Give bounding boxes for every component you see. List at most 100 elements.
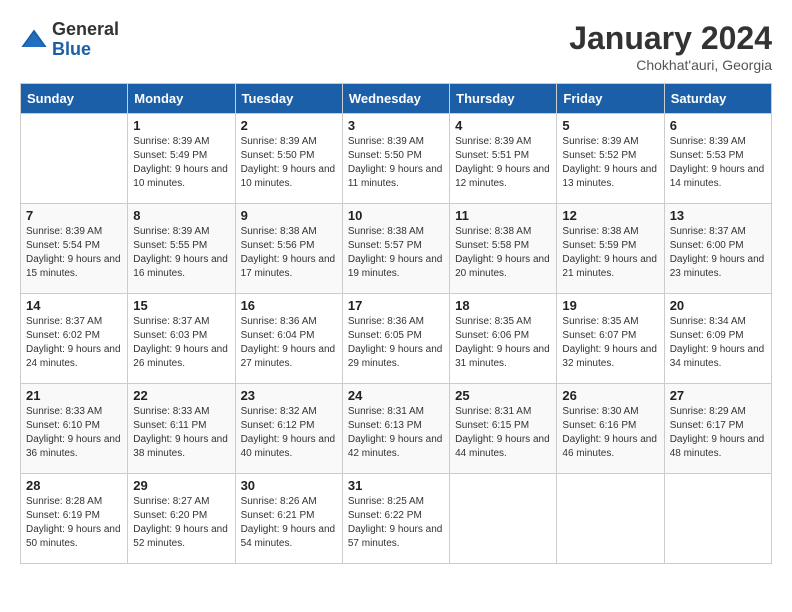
- day-number: 8: [133, 208, 229, 223]
- day-number: 2: [241, 118, 337, 133]
- day-number: 16: [241, 298, 337, 313]
- week-row-1: 1 Sunrise: 8:39 AMSunset: 5:49 PMDaylight…: [21, 114, 772, 204]
- logo-text: General Blue: [52, 20, 119, 60]
- day-cell: 18 Sunrise: 8:35 AMSunset: 6:06 PMDayligh…: [450, 294, 557, 384]
- day-info: Sunrise: 8:39 AMSunset: 5:54 PMDaylight:…: [26, 225, 122, 281]
- week-row-2: 7 Sunrise: 8:39 AMSunset: 5:54 PMDaylight…: [21, 204, 772, 294]
- weekday-header-saturday: Saturday: [664, 84, 771, 114]
- weekday-header-row: SundayMondayTuesdayWednesdayThursdayFrid…: [21, 84, 772, 114]
- day-info: Sunrise: 8:39 AMSunset: 5:51 PMDaylight:…: [455, 135, 551, 191]
- day-info: Sunrise: 8:26 AMSunset: 6:21 PMDaylight:…: [241, 495, 337, 551]
- day-cell: 22 Sunrise: 8:33 AMSunset: 6:11 PMDayligh…: [128, 384, 235, 474]
- day-cell: 30 Sunrise: 8:26 AMSunset: 6:21 PMDayligh…: [235, 474, 342, 564]
- day-info: Sunrise: 8:39 AMSunset: 5:50 PMDaylight:…: [348, 135, 444, 191]
- day-cell: 10Sunrise: 8:38 AMSunset: 5:57 PMDayligh…: [342, 204, 449, 294]
- day-info: Sunrise: 8:39 AMSunset: 5:52 PMDaylight:…: [562, 135, 658, 191]
- day-number: 31: [348, 478, 444, 493]
- day-number: 14: [26, 298, 122, 313]
- day-info: Sunrise: 8:34 AMSunset: 6:09 PMDaylight:…: [670, 315, 766, 371]
- day-number: 30: [241, 478, 337, 493]
- day-info: Sunrise: 8:36 AMSunset: 6:04 PMDaylight:…: [241, 315, 337, 371]
- weekday-header-thursday: Thursday: [450, 84, 557, 114]
- day-number: 17: [348, 298, 444, 313]
- week-row-3: 14 Sunrise: 8:37 AMSunset: 6:02 PMDayligh…: [21, 294, 772, 384]
- day-number: 1: [133, 118, 229, 133]
- logo-icon: [20, 26, 48, 54]
- day-number: 23: [241, 388, 337, 403]
- day-info: Sunrise: 8:38 AMSunset: 5:57 PMDaylight:…: [348, 225, 444, 281]
- day-cell: 7 Sunrise: 8:39 AMSunset: 5:54 PMDaylight…: [21, 204, 128, 294]
- day-info: Sunrise: 8:28 AMSunset: 6:19 PMDaylight:…: [26, 495, 122, 551]
- day-number: 24: [348, 388, 444, 403]
- day-number: 11: [455, 208, 551, 223]
- day-number: 6: [670, 118, 766, 133]
- weekday-header-tuesday: Tuesday: [235, 84, 342, 114]
- day-info: Sunrise: 8:36 AMSunset: 6:05 PMDaylight:…: [348, 315, 444, 371]
- day-cell: 6 Sunrise: 8:39 AMSunset: 5:53 PMDaylight…: [664, 114, 771, 204]
- day-cell: 17 Sunrise: 8:36 AMSunset: 6:05 PMDayligh…: [342, 294, 449, 384]
- day-info: Sunrise: 8:33 AMSunset: 6:10 PMDaylight:…: [26, 405, 122, 461]
- day-cell: 19 Sunrise: 8:35 AMSunset: 6:07 PMDayligh…: [557, 294, 664, 384]
- day-cell: 21Sunrise: 8:33 AMSunset: 6:10 PMDayligh…: [21, 384, 128, 474]
- calendar-table: SundayMondayTuesdayWednesdayThursdayFrid…: [20, 83, 772, 564]
- day-cell: 9Sunrise: 8:38 AMSunset: 5:56 PMDaylight…: [235, 204, 342, 294]
- week-row-5: 28 Sunrise: 8:28 AMSunset: 6:19 PMDayligh…: [21, 474, 772, 564]
- day-cell: 29 Sunrise: 8:27 AMSunset: 6:20 PMDayligh…: [128, 474, 235, 564]
- day-info: Sunrise: 8:37 AMSunset: 6:03 PMDaylight:…: [133, 315, 229, 371]
- day-cell: 3 Sunrise: 8:39 AMSunset: 5:50 PMDaylight…: [342, 114, 449, 204]
- day-cell: 5 Sunrise: 8:39 AMSunset: 5:52 PMDaylight…: [557, 114, 664, 204]
- day-cell: 16 Sunrise: 8:36 AMSunset: 6:04 PMDayligh…: [235, 294, 342, 384]
- day-cell: 24 Sunrise: 8:31 AMSunset: 6:13 PMDayligh…: [342, 384, 449, 474]
- day-number: 22: [133, 388, 229, 403]
- day-cell: 23Sunrise: 8:32 AMSunset: 6:12 PMDayligh…: [235, 384, 342, 474]
- week-row-4: 21Sunrise: 8:33 AMSunset: 6:10 PMDayligh…: [21, 384, 772, 474]
- day-number: 19: [562, 298, 658, 313]
- day-number: 29: [133, 478, 229, 493]
- day-cell: [664, 474, 771, 564]
- day-number: 15: [133, 298, 229, 313]
- day-info: Sunrise: 8:31 AMSunset: 6:13 PMDaylight:…: [348, 405, 444, 461]
- day-cell: 11 Sunrise: 8:38 AMSunset: 5:58 PMDayligh…: [450, 204, 557, 294]
- day-info: Sunrise: 8:39 AMSunset: 5:49 PMDaylight:…: [133, 135, 229, 191]
- day-number: 18: [455, 298, 551, 313]
- day-number: 5: [562, 118, 658, 133]
- weekday-header-sunday: Sunday: [21, 84, 128, 114]
- day-info: Sunrise: 8:35 AMSunset: 6:06 PMDaylight:…: [455, 315, 551, 371]
- day-info: Sunrise: 8:37 AMSunset: 6:02 PMDaylight:…: [26, 315, 122, 371]
- day-number: 25: [455, 388, 551, 403]
- day-cell: 14 Sunrise: 8:37 AMSunset: 6:02 PMDayligh…: [21, 294, 128, 384]
- day-cell: 28 Sunrise: 8:28 AMSunset: 6:19 PMDayligh…: [21, 474, 128, 564]
- day-cell: 12Sunrise: 8:38 AMSunset: 5:59 PMDayligh…: [557, 204, 664, 294]
- day-number: 20: [670, 298, 766, 313]
- day-cell: [450, 474, 557, 564]
- day-info: Sunrise: 8:35 AMSunset: 6:07 PMDaylight:…: [562, 315, 658, 371]
- weekday-header-wednesday: Wednesday: [342, 84, 449, 114]
- day-info: Sunrise: 8:31 AMSunset: 6:15 PMDaylight:…: [455, 405, 551, 461]
- day-cell: 15 Sunrise: 8:37 AMSunset: 6:03 PMDayligh…: [128, 294, 235, 384]
- day-info: Sunrise: 8:38 AMSunset: 5:58 PMDaylight:…: [455, 225, 551, 281]
- day-number: 28: [26, 478, 122, 493]
- day-number: 3: [348, 118, 444, 133]
- day-info: Sunrise: 8:39 AMSunset: 5:53 PMDaylight:…: [670, 135, 766, 191]
- day-cell: 8 Sunrise: 8:39 AMSunset: 5:55 PMDaylight…: [128, 204, 235, 294]
- day-number: 9: [241, 208, 337, 223]
- day-cell: [557, 474, 664, 564]
- day-number: 12: [562, 208, 658, 223]
- day-number: 7: [26, 208, 122, 223]
- title-area: January 2024 Chokhat'auri, Georgia: [569, 20, 772, 73]
- day-info: Sunrise: 8:39 AMSunset: 5:50 PMDaylight:…: [241, 135, 337, 191]
- day-cell: [21, 114, 128, 204]
- day-number: 13: [670, 208, 766, 223]
- day-cell: 25 Sunrise: 8:31 AMSunset: 6:15 PMDayligh…: [450, 384, 557, 474]
- day-cell: 1 Sunrise: 8:39 AMSunset: 5:49 PMDaylight…: [128, 114, 235, 204]
- day-number: 26: [562, 388, 658, 403]
- location-subtitle: Chokhat'auri, Georgia: [569, 57, 772, 73]
- day-cell: 31 Sunrise: 8:25 AMSunset: 6:22 PMDayligh…: [342, 474, 449, 564]
- day-info: Sunrise: 8:39 AMSunset: 5:55 PMDaylight:…: [133, 225, 229, 281]
- day-number: 4: [455, 118, 551, 133]
- day-info: Sunrise: 8:27 AMSunset: 6:20 PMDaylight:…: [133, 495, 229, 551]
- day-info: Sunrise: 8:33 AMSunset: 6:11 PMDaylight:…: [133, 405, 229, 461]
- day-info: Sunrise: 8:25 AMSunset: 6:22 PMDaylight:…: [348, 495, 444, 551]
- day-cell: 4 Sunrise: 8:39 AMSunset: 5:51 PMDaylight…: [450, 114, 557, 204]
- day-cell: 27Sunrise: 8:29 AMSunset: 6:17 PMDayligh…: [664, 384, 771, 474]
